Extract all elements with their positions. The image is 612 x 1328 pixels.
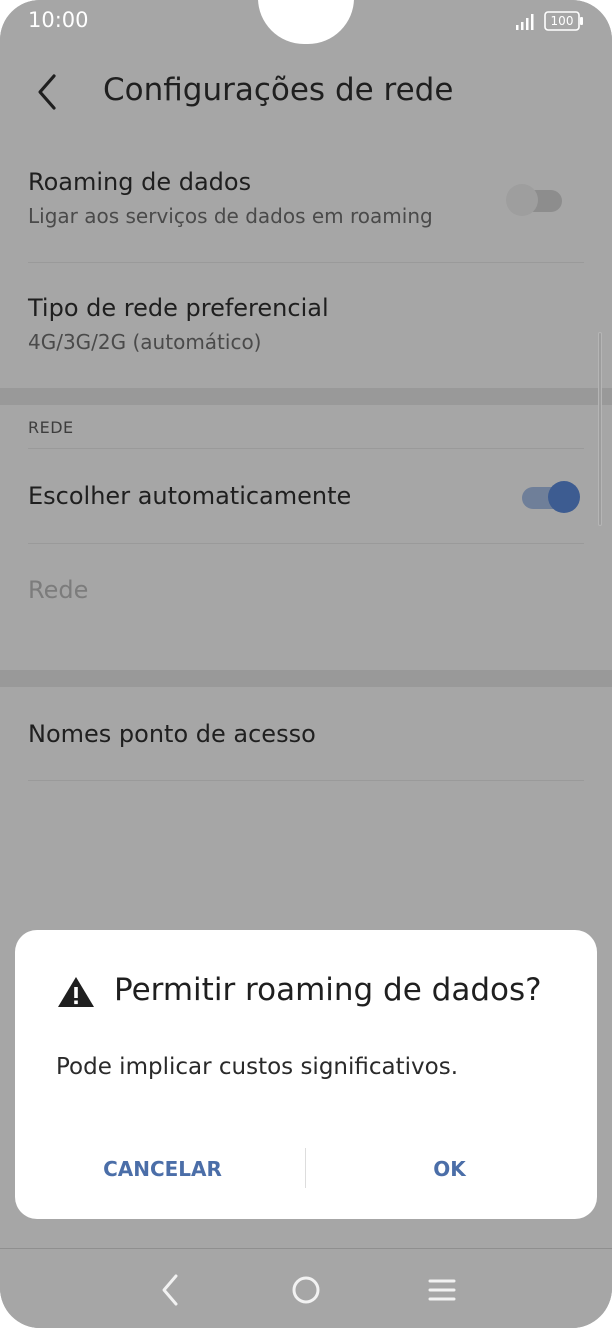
scrollbar[interactable]: [598, 332, 602, 526]
back-button[interactable]: [28, 70, 68, 114]
dialog-message: Pode implicar custos significativos.: [56, 1054, 459, 1080]
battery-level: 100: [550, 14, 574, 28]
camera-notch: [258, 0, 354, 44]
toggle-thumb: [548, 481, 580, 513]
section-separator: [0, 388, 612, 405]
auto-select-row[interactable]: Escolher automaticamente: [28, 482, 584, 510]
nav-divider: [0, 1248, 612, 1249]
nav-back-icon: [162, 1274, 178, 1306]
device-frame: 10:00 100 Configurações de rede Roaming …: [0, 0, 612, 1328]
cancel-button[interactable]: CANCELAR: [40, 1148, 285, 1190]
divider: [28, 543, 584, 544]
nav-menu-button[interactable]: [420, 1268, 464, 1312]
auto-select-toggle[interactable]: [518, 477, 580, 517]
divider: [28, 448, 584, 449]
preferred-network-row[interactable]: Tipo de rede preferencial 4G/3G/2G (auto…: [28, 294, 584, 354]
divider: [28, 780, 584, 781]
preferred-network-title: Tipo de rede preferencial: [28, 294, 329, 322]
data-roaming-row[interactable]: Roaming de dados Ligar aos serviços de d…: [28, 168, 584, 228]
warning-icon: [58, 977, 94, 1007]
status-time: 10:00: [28, 8, 89, 32]
network-section-header: REDE: [28, 418, 74, 437]
section-separator: [0, 670, 612, 687]
signal-icon: [516, 14, 534, 30]
app-bar: Configurações de rede: [0, 58, 612, 128]
roaming-dialog: Permitir roaming de dados? Pode implicar…: [15, 930, 597, 1219]
nav-home-button[interactable]: [284, 1268, 328, 1312]
button-divider: [305, 1148, 306, 1188]
ok-button[interactable]: OK: [327, 1148, 572, 1190]
dialog-title: Permitir roaming de dados?: [114, 972, 542, 1008]
navigation-bar: [0, 1248, 612, 1328]
apn-row[interactable]: Nomes ponto de acesso: [28, 720, 584, 748]
menu-icon: [428, 1279, 456, 1301]
back-arrow-icon: [38, 74, 56, 110]
nav-back-button[interactable]: [148, 1268, 192, 1312]
home-circle-icon: [292, 1276, 320, 1304]
status-bar: 10:00 100: [0, 0, 612, 44]
network-title: Rede: [28, 576, 89, 604]
data-roaming-title: Roaming de dados: [28, 168, 252, 196]
settings-screen: 10:00 100 Configurações de rede Roaming …: [0, 0, 612, 1328]
apn-title: Nomes ponto de acesso: [28, 720, 316, 748]
page-title: Configurações de rede: [103, 72, 454, 108]
data-roaming-subtitle: Ligar aos serviços de dados em roaming: [28, 204, 433, 228]
data-roaming-toggle[interactable]: [504, 180, 566, 220]
divider: [28, 262, 584, 263]
network-row: Rede: [28, 576, 584, 604]
preferred-network-subtitle: 4G/3G/2G (automático): [28, 330, 262, 354]
auto-select-title: Escolher automaticamente: [28, 482, 352, 510]
toggle-thumb: [506, 184, 538, 216]
